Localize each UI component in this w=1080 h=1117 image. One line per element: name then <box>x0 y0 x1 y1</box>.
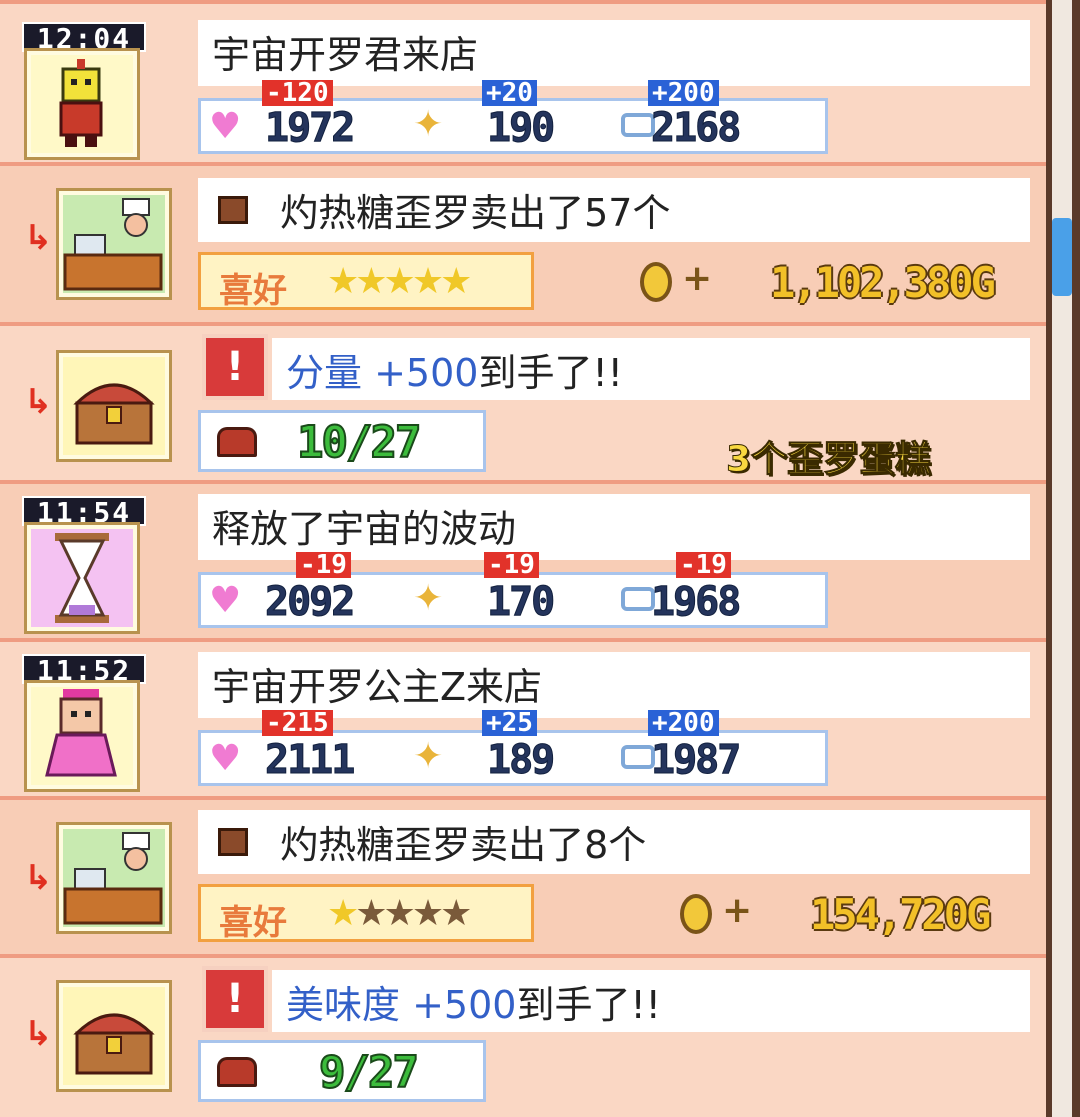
log-message: 宇宙开罗君来店 <box>198 20 1030 86</box>
log-entry-event: 11:54 释放了宇宙的波动 ♥ 2092 ✦ 170 1968 -19 -19… <box>0 480 1046 642</box>
sparkle-value: 189 <box>486 737 555 784</box>
star-icon: ★ <box>327 893 359 934</box>
bubble-value: 2168 <box>650 105 741 152</box>
stat-gain: 分量 +500 <box>286 351 479 395</box>
robot-customer-icon <box>24 48 140 160</box>
event-log-list[interactable]: 12:04 宇宙开罗君来店 ♥ 1972 ✦ 190 2168 -120 +20… <box>0 0 1046 1117</box>
sparkle-icon: ✦ <box>413 578 444 619</box>
star-empty-icon: ★★★★ <box>355 893 472 934</box>
bag-icon <box>218 828 248 856</box>
bubble-delta: -19 <box>676 552 731 578</box>
coin-icon <box>680 894 712 934</box>
log-entry-sale: ↳ 灼热糖歪罗卖出了8个 喜好 ★★★★★ + 154,720G <box>0 796 1046 958</box>
bag-icon <box>218 196 248 224</box>
scrollbar-thumb[interactable] <box>1052 218 1072 296</box>
bubble-delta: +200 <box>648 710 719 736</box>
sparkle-delta: +20 <box>482 80 537 106</box>
heart-delta: -19 <box>296 552 351 578</box>
plus-icon: + <box>722 890 753 931</box>
progress-count: 9/27 <box>318 1046 420 1099</box>
stats-bar: ♥ 2092 ✦ 170 1968 <box>198 572 828 628</box>
collection-progress: 9/27 <box>198 1040 486 1102</box>
log-message: 分量 +500到手了!! <box>272 338 1030 400</box>
chef-counter-icon <box>56 822 172 934</box>
hourglass-icon <box>24 522 140 634</box>
star-icon: ★★★★★ <box>327 261 472 302</box>
heart-value: 1972 <box>264 105 355 152</box>
preference-rating: 喜好 ★★★★★ <box>198 884 534 943</box>
log-entry-customer-visit: 12:04 宇宙开罗君来店 ♥ 1972 ✦ 190 2168 -120 +20… <box>0 0 1046 166</box>
heart-value: 2092 <box>264 579 355 626</box>
speech-bubble-icon <box>621 745 655 769</box>
stat-gain: 美味度 +500 <box>286 983 517 1027</box>
heart-delta: -215 <box>262 710 333 736</box>
heart-icon: ♥ <box>209 580 242 621</box>
collection-progress: 10/27 <box>198 410 486 472</box>
sparkle-delta: +25 <box>482 710 537 736</box>
log-entry-customer-visit: 11:52 宇宙开罗公主Z来店 ♥ 2111 ✦ 189 1987 -215 +… <box>0 638 1046 800</box>
scrollbar-track[interactable] <box>1052 0 1072 1117</box>
treasure-chest-icon <box>56 980 172 1092</box>
heart-value: 2111 <box>264 737 355 784</box>
preference-label: 喜好 <box>219 903 287 943</box>
earnings-amount: 1,102,380G <box>770 258 996 307</box>
overlay-caption: 3个歪罗蛋糕 <box>725 439 932 481</box>
treasure-chest-icon <box>56 350 172 462</box>
bubble-value: 1987 <box>650 737 741 784</box>
bubble-value: 1968 <box>650 579 741 626</box>
progress-count: 10/27 <box>296 416 422 469</box>
preference-label: 喜好 <box>219 271 287 311</box>
princess-customer-icon <box>24 680 140 792</box>
return-arrow-icon: ↳ <box>24 382 53 422</box>
speech-bubble-icon <box>621 113 655 137</box>
coin-icon <box>640 262 672 302</box>
chest-icon <box>217 1057 257 1087</box>
heart-delta: -120 <box>262 80 333 106</box>
bubble-delta: +200 <box>648 80 719 106</box>
alert-badge: ! <box>202 966 268 1032</box>
log-entry-reward: ↳ ! 美味度 +500到手了!! 9/27 <box>0 954 1046 1117</box>
sparkle-delta: -19 <box>484 552 539 578</box>
speech-bubble-icon <box>621 587 655 611</box>
heart-icon: ♥ <box>209 738 242 779</box>
plus-icon: + <box>682 258 713 299</box>
return-arrow-icon: ↳ <box>24 1014 53 1054</box>
log-message: 美味度 +500到手了!! <box>272 970 1030 1032</box>
sparkle-value: 170 <box>486 579 555 626</box>
earnings-amount: 154,720G <box>810 890 991 939</box>
star-rating: ★★★★★ <box>327 261 472 302</box>
chef-counter-icon <box>56 188 172 300</box>
log-message: 灼热糖歪罗卖出了8个 <box>198 810 1030 874</box>
preference-rating: 喜好 ★★★★★ <box>198 252 534 311</box>
return-arrow-icon: ↳ <box>24 858 53 898</box>
stats-bar: ♥ 2111 ✦ 189 1987 <box>198 730 828 786</box>
log-entry-sale: ↳ 灼热糖歪罗卖出了57个 喜好 ★★★★★ + 1,102,380G <box>0 162 1046 326</box>
sparkle-value: 190 <box>486 105 555 152</box>
chest-icon <box>217 427 257 457</box>
alert-badge: ! <box>202 334 268 400</box>
heart-icon: ♥ <box>209 106 242 147</box>
sparkle-icon: ✦ <box>413 736 444 777</box>
return-arrow-icon: ↳ <box>24 218 53 258</box>
sparkle-icon: ✦ <box>413 104 444 145</box>
log-message: 灼热糖歪罗卖出了57个 <box>198 178 1030 242</box>
star-rating: ★★★★★ <box>327 893 472 934</box>
